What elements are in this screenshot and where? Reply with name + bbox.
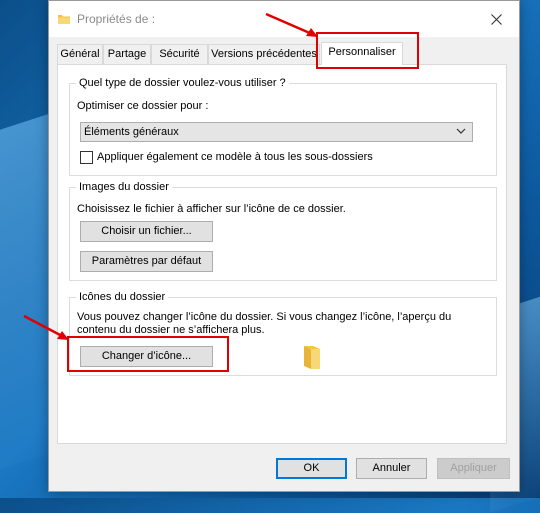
folder-type-group: Quel type de dossier voulez-vous utilise… — [69, 77, 497, 176]
folder-type-select[interactable]: Éléments généraux — [80, 122, 473, 142]
folder-icons-description-line2: contenu du dossier ne s’affichera plus. — [77, 324, 265, 336]
folder-icon — [58, 15, 70, 24]
apply-button[interactable]: Appliquer — [437, 458, 510, 479]
tab-strip: Général Partage Sécurité Versions précéd… — [57, 42, 513, 65]
tab-security[interactable]: Sécurité — [151, 44, 208, 64]
ok-button[interactable]: OK — [276, 458, 347, 479]
close-button[interactable] — [473, 1, 519, 37]
choose-file-button[interactable]: Choisir un fichier... — [80, 221, 213, 242]
tab-general[interactable]: Général — [57, 44, 103, 64]
properties-dialog: Propriétés de : Général Partage Sécurité… — [48, 0, 520, 492]
group-legend: Icônes du dossier — [76, 291, 169, 303]
cancel-button[interactable]: Annuler — [356, 458, 427, 479]
tab-customize[interactable]: Personnaliser — [321, 42, 403, 65]
folder-images-group: Images du dossier Choisissez le fichier … — [69, 181, 497, 281]
window-title: Propriétés de : — [77, 12, 156, 26]
default-settings-button[interactable]: Paramètres par défaut — [80, 251, 213, 272]
tab-previous-versions[interactable]: Versions précédentes — [208, 44, 320, 64]
group-legend: Quel type de dossier voulez-vous utilise… — [76, 77, 289, 89]
arrow-icon — [265, 12, 318, 37]
close-icon — [490, 13, 502, 25]
customize-panel: Quel type de dossier voulez-vous utilise… — [57, 64, 507, 444]
group-legend: Images du dossier — [76, 181, 172, 193]
tab-sharing[interactable]: Partage — [103, 44, 151, 64]
arrow-icon — [23, 314, 69, 340]
apply-subfolders-checkbox[interactable] — [80, 151, 93, 164]
folder-images-description: Choisissez le fichier à afficher sur l’i… — [77, 203, 346, 215]
folder-type-value: Éléments généraux — [84, 126, 179, 138]
optimize-label: Optimiser ce dossier pour : — [77, 100, 209, 112]
folder-preview-icon — [304, 346, 320, 369]
highlight-box-change-icon — [67, 336, 229, 372]
folder-icons-description-line1: Vous pouvez changer l’icône du dossier. … — [77, 311, 452, 323]
apply-subfolders-label: Appliquer également ce modèle à tous les… — [97, 151, 373, 163]
chevron-down-icon — [456, 128, 466, 134]
